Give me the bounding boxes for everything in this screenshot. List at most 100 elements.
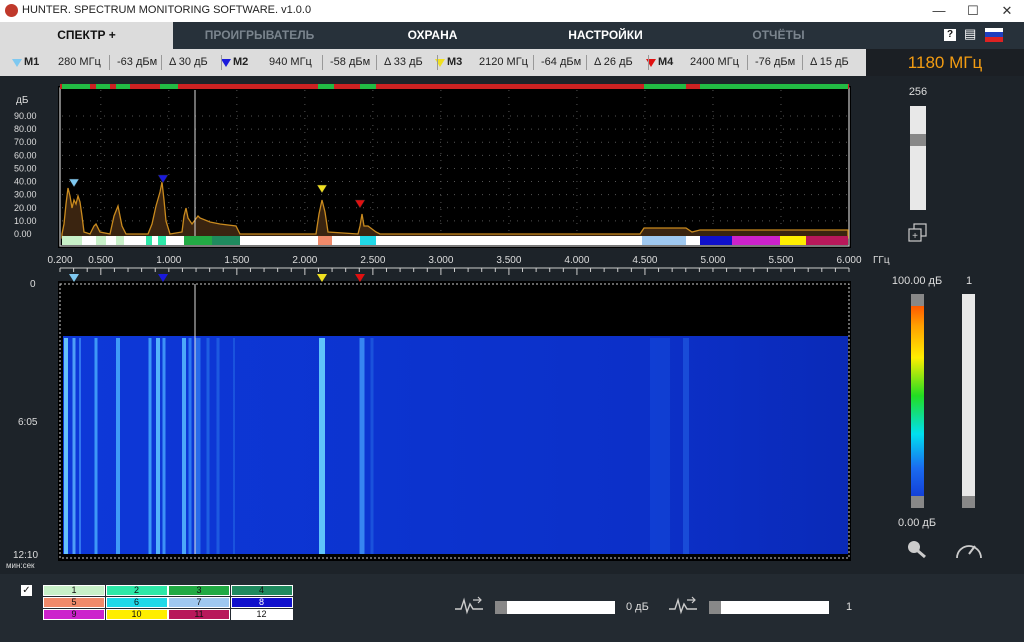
tab-player[interactable]: ПРОИГРЫВАТЕЛЬ bbox=[173, 22, 346, 49]
activity-segment bbox=[360, 84, 376, 89]
band-cell-8[interactable]: 8 bbox=[230, 597, 293, 608]
y-unit-label: дБ bbox=[16, 95, 29, 106]
speed-slider-track[interactable] bbox=[962, 294, 975, 508]
gain-icon[interactable] bbox=[453, 596, 485, 616]
speed-slider-handle[interactable] bbox=[962, 496, 975, 508]
x-tick-label: 3.500 bbox=[496, 255, 521, 266]
band-cell-4[interactable]: 4 bbox=[230, 585, 293, 596]
band-segment bbox=[116, 236, 124, 245]
x-tick-label: 3.000 bbox=[428, 255, 453, 266]
marker-3-freq: 2120 МГц bbox=[479, 56, 528, 68]
x-tick-label: 0.200 bbox=[47, 255, 72, 266]
y-tick-label: 0.00 bbox=[14, 229, 32, 239]
waterfall-fill bbox=[63, 336, 848, 554]
waterfall-signal-line bbox=[650, 338, 670, 554]
scale-max-label: 100.00 дБ bbox=[892, 275, 942, 287]
band-cell-3[interactable]: 3 bbox=[168, 585, 230, 596]
waterfall-time-1: 6:05 bbox=[18, 417, 38, 428]
y-tick-label: 90.00 bbox=[14, 111, 37, 121]
color-scale-top-handle[interactable] bbox=[911, 294, 924, 306]
tab-spectrum[interactable]: СПЕКТР + bbox=[0, 22, 173, 49]
color-scale-bar[interactable] bbox=[911, 294, 924, 506]
marker-separator bbox=[109, 55, 110, 70]
tab-security[interactable]: ОХРАНА bbox=[346, 22, 519, 49]
waterfall-signal-line bbox=[216, 338, 220, 554]
waterfall-signal-line bbox=[162, 338, 166, 554]
y-tick-label: 30.00 bbox=[14, 190, 37, 200]
waterfall-signal-line bbox=[195, 338, 201, 554]
waterfall-signal-line bbox=[370, 338, 374, 554]
band-segment bbox=[96, 236, 106, 245]
layers-icon[interactable]: + bbox=[908, 223, 927, 242]
waterfall-time-2: 12:10 bbox=[13, 550, 38, 561]
band-segment bbox=[360, 236, 376, 245]
marker-3-name: M3 bbox=[447, 56, 463, 68]
y-tick-label: 80.00 bbox=[14, 124, 37, 134]
avg-slider-track[interactable] bbox=[910, 106, 926, 210]
gain-slider-handle[interactable] bbox=[495, 601, 507, 614]
close-button[interactable]: ✕ bbox=[990, 0, 1024, 22]
tab-settings[interactable]: НАСТРОЙКИ bbox=[519, 22, 692, 49]
band-cell-2[interactable]: 2 bbox=[105, 585, 168, 596]
x-tick-label: 5.500 bbox=[768, 255, 793, 266]
marker-2-level: -58 дБм bbox=[330, 56, 371, 68]
band-cell-5[interactable]: 5 bbox=[43, 597, 105, 608]
average-icon[interactable] bbox=[667, 596, 699, 616]
average-slider-handle[interactable] bbox=[709, 601, 721, 614]
marker-4-freq: 2400 МГц bbox=[690, 56, 739, 68]
minimize-button[interactable]: — bbox=[922, 0, 956, 22]
band-cell-10[interactable]: 10 bbox=[105, 609, 168, 620]
band-cell-11[interactable]: 11 bbox=[168, 609, 230, 620]
speed-gauge-icon[interactable] bbox=[956, 545, 982, 559]
band-segment bbox=[146, 236, 152, 245]
help-icon[interactable]: ? bbox=[944, 29, 956, 41]
marker-1-level: -63 дБм bbox=[117, 56, 158, 68]
band-cell-1[interactable]: 1 bbox=[43, 585, 105, 596]
language-flag-icon[interactable] bbox=[985, 28, 1003, 42]
waterfall-marker-2[interactable] bbox=[158, 274, 168, 282]
band-cell-6[interactable]: 6 bbox=[105, 597, 168, 608]
spectrum-view: 90.00 80.00 70.00 60.00 50.00 40.00 30.00 20.00… bbox=[6, 84, 982, 570]
band-cell-12[interactable]: 12 bbox=[230, 609, 293, 620]
waterfall-time-0: 0 bbox=[30, 279, 36, 290]
zoom-icon[interactable] bbox=[908, 541, 926, 559]
waterfall-marker-3[interactable] bbox=[317, 274, 327, 282]
waterfall-marker-4[interactable] bbox=[355, 274, 365, 282]
frequency-axis: 0.200 0.500 1.000 1.500 2.000 2.500 3.000 3.500… bbox=[47, 255, 862, 275]
avg-count-label: 256 bbox=[909, 86, 927, 98]
band-cell-7[interactable]: 7 bbox=[168, 597, 230, 608]
waterfall-marker-1[interactable] bbox=[69, 274, 79, 282]
marker-1-name: M1 bbox=[24, 56, 40, 68]
tab-reports[interactable]: ОТЧЁТЫ bbox=[692, 22, 865, 49]
waterfall-signal-line bbox=[116, 338, 120, 554]
avg-slider-handle[interactable] bbox=[910, 134, 926, 146]
activity-segment bbox=[160, 84, 178, 89]
marker-separator bbox=[533, 55, 534, 70]
maximize-button[interactable]: ☐ bbox=[956, 0, 990, 22]
marker-4-delta: Δ 15 дБ bbox=[810, 56, 849, 68]
gain-slider[interactable] bbox=[495, 601, 615, 614]
y-tick-label: 60.00 bbox=[14, 150, 37, 160]
x-tick-label: 1.000 bbox=[156, 255, 181, 266]
show-bands-checkbox[interactable]: ✓ bbox=[21, 585, 32, 596]
band-cell-9[interactable]: 9 bbox=[43, 609, 105, 620]
activity-segment bbox=[62, 84, 90, 89]
waterfall-signal-line bbox=[148, 338, 152, 554]
waterfall-signal-line bbox=[156, 338, 160, 554]
average-slider[interactable] bbox=[709, 601, 829, 614]
marker-separator bbox=[376, 55, 377, 70]
waterfall-signal-line bbox=[206, 338, 210, 554]
band-strip bbox=[62, 236, 848, 245]
marker-bar: M1 280 МГц -63 дБм Δ 30 дБ M2 940 МГц -58 дБм Δ… bbox=[0, 49, 866, 76]
marker-2-freq: 940 МГц bbox=[269, 56, 312, 68]
report-icon[interactable]: ▤ bbox=[964, 27, 976, 41]
waterfall-signal-line bbox=[319, 338, 325, 554]
title-bar: HUNTER. SPECTRUM MONITORING SOFTWARE. v1… bbox=[0, 0, 1024, 22]
main-tabs: СПЕКТР + ПРОИГРЫВАТЕЛЬ ОХРАНА НАСТРОЙКИ … bbox=[0, 22, 1024, 49]
activity-segment bbox=[700, 84, 848, 89]
band-segment bbox=[780, 236, 806, 245]
x-tick-label: 4.500 bbox=[632, 255, 657, 266]
color-scale-bottom-handle[interactable] bbox=[911, 496, 924, 508]
activity-segment bbox=[116, 84, 130, 89]
marker-2-icon bbox=[221, 59, 231, 67]
